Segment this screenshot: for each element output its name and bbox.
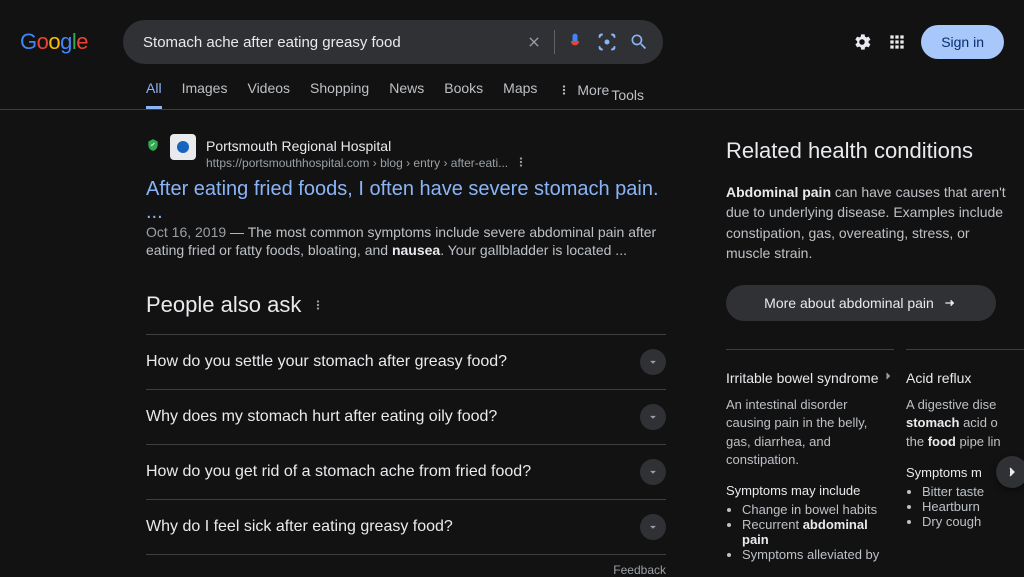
clear-icon[interactable] <box>524 32 544 52</box>
chevron-right-icon <box>882 370 894 382</box>
result-title[interactable]: After eating fried foods, I often have s… <box>146 178 666 224</box>
condition-card[interactable]: Irritable bowel syndrome An intestinal d… <box>726 349 894 562</box>
tab-all[interactable]: All <box>146 80 162 109</box>
chevron-down-icon <box>640 514 666 540</box>
paa-text: Why does my stomach hurt after eating oi… <box>146 408 497 426</box>
result-source: Portsmouth Regional Hospital <box>206 138 528 154</box>
tab-books[interactable]: Books <box>444 80 483 109</box>
tab-maps[interactable]: Maps <box>503 80 537 109</box>
arrow-right-icon <box>942 295 958 311</box>
feedback-link[interactable]: Feedback <box>146 563 666 577</box>
search-icon[interactable] <box>629 32 649 52</box>
chevron-down-icon <box>640 349 666 375</box>
tab-videos[interactable]: Videos <box>247 80 290 109</box>
scroll-right-button[interactable] <box>996 456 1024 488</box>
google-logo[interactable]: Google <box>20 29 88 55</box>
settings-icon[interactable] <box>851 31 873 53</box>
paa-question[interactable]: Why do I feel sick after eating greasy f… <box>146 499 666 555</box>
paa-question[interactable]: Why does my stomach hurt after eating oi… <box>146 389 666 444</box>
tab-images[interactable]: Images <box>182 80 228 109</box>
more-about-button[interactable]: More about abdominal pain <box>726 285 996 321</box>
card-description: A digestive disestomach acid othe food p… <box>906 396 1024 451</box>
knowledge-panel: Related health conditions Abdominal pain… <box>726 138 1016 577</box>
signin-button[interactable]: Sign in <box>921 25 1004 59</box>
more-vert-icon[interactable] <box>311 298 325 312</box>
apps-icon[interactable] <box>887 32 907 52</box>
lens-icon[interactable] <box>597 32 617 52</box>
tab-shopping[interactable]: Shopping <box>310 80 369 109</box>
chevron-down-icon <box>640 459 666 485</box>
search-bar[interactable] <box>123 20 663 64</box>
kp-title: Related health conditions <box>726 138 1016 164</box>
symptoms-list: Change in bowel habitsRecurrent abdomina… <box>726 502 894 562</box>
symptoms-list: Bitter tasteHeartburnDry cough <box>906 484 1024 529</box>
favicon <box>170 134 196 160</box>
mic-icon[interactable] <box>565 32 585 52</box>
kp-description: Abdominal pain can have causes that aren… <box>726 182 1016 263</box>
more-vert-icon <box>557 83 571 97</box>
condition-card[interactable]: Acid reflux A digestive disestomach acid… <box>906 349 1024 562</box>
search-result: Portsmouth Regional Hospital https://por… <box>146 138 666 260</box>
result-date: Oct 16, 2019 <box>146 224 226 240</box>
card-description: An intestinal disorder causing pain in t… <box>726 396 894 469</box>
tabs-row: All Images Videos Shopping News Books Ma… <box>146 80 1024 109</box>
result-more-icon[interactable] <box>514 155 528 169</box>
paa-question[interactable]: How do you settle your stomach after gre… <box>146 334 666 389</box>
result-url: https://portsmouthhospital.com › blog › … <box>206 156 508 170</box>
header-row: Google Sign in <box>0 0 1024 64</box>
tab-news[interactable]: News <box>389 80 424 109</box>
card-title: Acid reflux <box>906 370 971 386</box>
tools-button[interactable]: Tools <box>611 87 644 103</box>
paa-text: How do you settle your stomach after gre… <box>146 353 507 371</box>
chevron-down-icon <box>640 404 666 430</box>
people-also-ask-heading: People also ask <box>146 292 666 318</box>
tab-more[interactable]: More <box>557 80 609 109</box>
results-column: Portsmouth Regional Hospital https://por… <box>146 138 666 577</box>
search-input[interactable] <box>143 34 518 51</box>
paa-text: How do you get rid of a stomach ache fro… <box>146 463 531 481</box>
card-title: Irritable bowel syndrome <box>726 370 879 386</box>
card-subheading: Symptoms may include <box>726 483 894 498</box>
shield-icon <box>146 138 160 152</box>
chevron-right-icon <box>1004 464 1020 480</box>
paa-question[interactable]: How do you get rid of a stomach ache fro… <box>146 444 666 499</box>
paa-text: Why do I feel sick after eating greasy f… <box>146 518 453 536</box>
